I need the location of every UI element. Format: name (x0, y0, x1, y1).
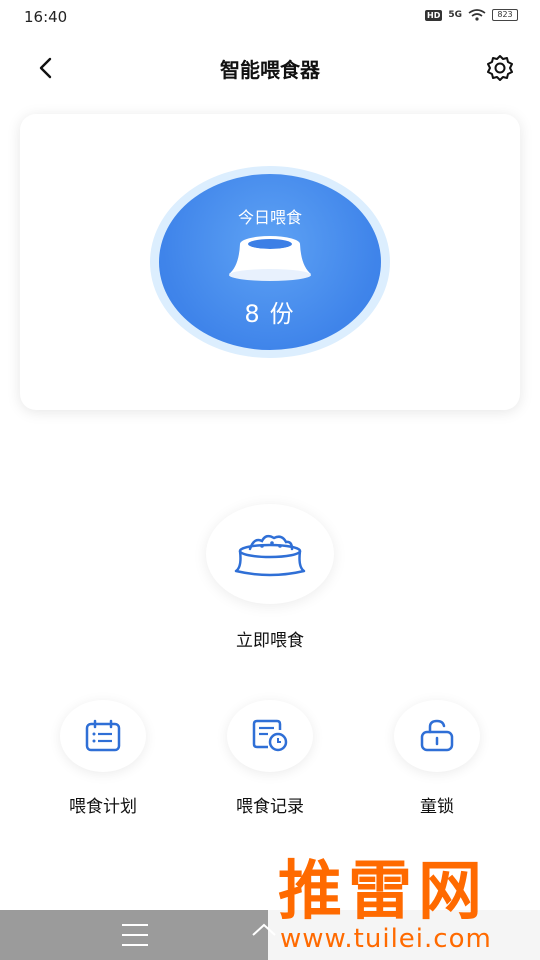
hd-badge: HD (425, 9, 443, 21)
network-label: 5G (448, 10, 462, 20)
watermark: 推雷网 www.tuilei.com (268, 842, 540, 960)
watermark-text: 推雷网 (278, 855, 488, 929)
unlock-icon (420, 719, 454, 752)
watermark-url: www.tuilei.com (280, 924, 492, 954)
child-lock-button[interactable]: 童锁 (362, 700, 512, 820)
feed-now-label: 立即喂食 (236, 631, 304, 651)
wifi-icon (468, 9, 486, 21)
feeding-plan-circle[interactable] (60, 700, 146, 772)
calendar-icon (85, 719, 121, 752)
settings-button[interactable] (482, 50, 518, 86)
status-icons: HD 5G 823 (425, 9, 518, 21)
title-bar: 智能喂食器 (0, 44, 540, 92)
status-bar: 16:40 HD 5G 823 (0, 0, 540, 34)
feeding-plan-button[interactable]: 喂食计划 (28, 700, 178, 820)
today-feeding-label: 今日喂食 (237, 208, 302, 227)
page-title: 智能喂食器 (220, 58, 320, 82)
child-lock-circle[interactable] (394, 700, 480, 772)
feeding-record-button[interactable]: 喂食记录 (195, 700, 345, 820)
feeding-record-label: 喂食记录 (236, 797, 304, 817)
bowl-icon (229, 236, 311, 281)
menu-icon[interactable] (122, 924, 148, 946)
today-feeding-value-row: 8份 (159, 294, 381, 329)
battery-indicator: 823 (492, 9, 518, 21)
today-feeding-unit: 份 (269, 300, 296, 328)
chevron-left-icon (39, 57, 52, 79)
feeding-record-circle[interactable] (227, 700, 313, 772)
food-bowl-icon (234, 534, 306, 577)
today-feeding-circle: 今日喂食 8份 (159, 174, 381, 350)
today-feeding-value: 8 (244, 300, 262, 328)
today-feeding-ring: 今日喂食 8份 (150, 166, 390, 358)
today-feeding-card: 今日喂食 8份 (20, 114, 520, 410)
status-time: 16:40 (24, 8, 68, 26)
feeding-plan-label: 喂食计划 (69, 797, 137, 817)
child-lock-label: 童锁 (420, 797, 454, 817)
gear-icon (487, 55, 513, 81)
record-clock-icon (252, 719, 288, 752)
feed-now-button[interactable] (206, 504, 334, 604)
back-button[interactable] (28, 50, 64, 86)
